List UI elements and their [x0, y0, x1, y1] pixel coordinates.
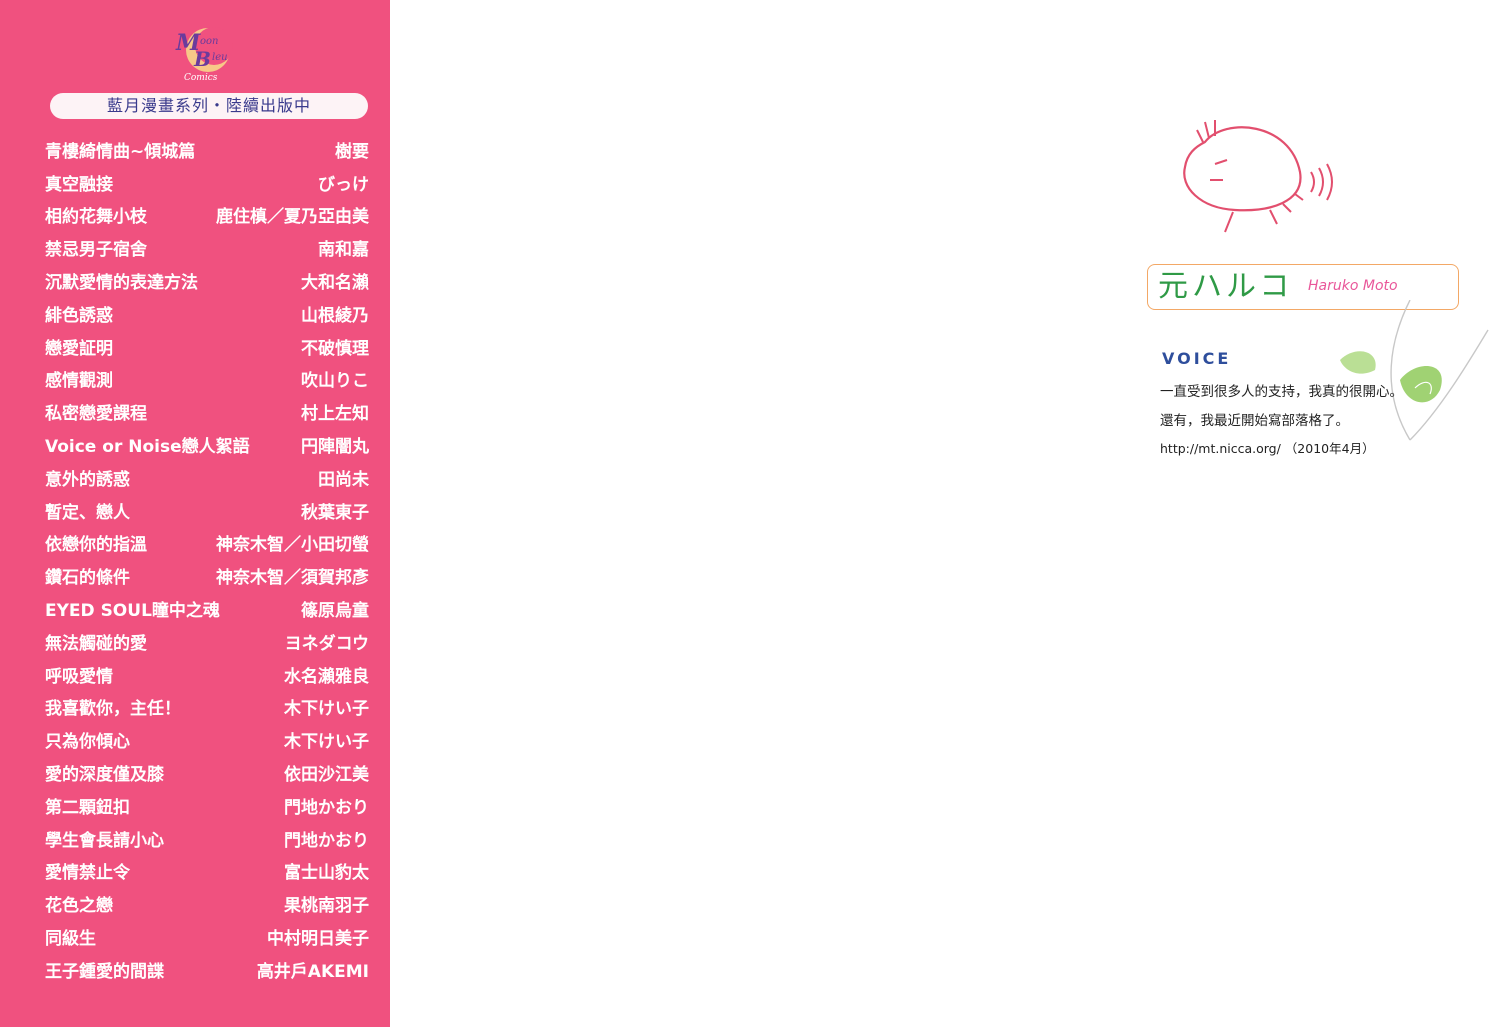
book-author: 果桃南羽子 — [284, 896, 369, 917]
book-title: 暫定、戀人 — [45, 502, 130, 523]
svg-text:B: B — [193, 47, 211, 71]
book-author: 神奈木智／須賀邦彥 — [216, 568, 369, 589]
book-title: 同級生 — [45, 929, 96, 950]
book-author: 吹山りこ — [301, 371, 369, 392]
book-title: 私密戀愛課程 — [45, 404, 147, 425]
book-author: 秋葉東子 — [301, 502, 369, 523]
mascot-drawing — [1183, 120, 1333, 233]
book-row: 沉默愛情的表達方法 大和名瀨 — [45, 264, 369, 297]
book-title: 真空融接 — [45, 174, 113, 195]
book-row: 呼吸愛情 水名瀨雅良 — [45, 658, 369, 691]
book-list: 青樓綺情曲~傾城篇 樹要真空融接 びっけ相約花舞小枝 鹿住槙／夏乃亞由美禁忌男子宿舍 南… — [45, 133, 369, 986]
moon-bleu-logo: M oon B leu Comics — [175, 27, 233, 83]
book-author: 大和名瀨 — [301, 273, 369, 294]
book-row: 第二顆鈕扣 門地かおり — [45, 789, 369, 822]
book-row: 暫定、戀人 秋葉東子 — [45, 494, 369, 527]
book-row: 相約花舞小枝 鹿住槙／夏乃亞由美 — [45, 199, 369, 232]
book-author: 富士山豹太 — [284, 863, 369, 884]
book-author: 村上左知 — [301, 404, 369, 425]
book-title: 只為你傾心 — [45, 732, 130, 753]
book-row: 只為你傾心 木下けい子 — [45, 723, 369, 756]
vine-ornament — [1340, 300, 1489, 441]
author-name-japanese: 元ハルコ — [1158, 269, 1294, 304]
book-row: 真空融接 びっけ — [45, 166, 369, 199]
book-title: Voice or Noise戀人絮語 — [45, 437, 250, 458]
book-author: 木下けい子 — [284, 732, 369, 753]
book-title: 學生會長請小心 — [45, 830, 164, 851]
book-author: 水名瀨雅良 — [284, 666, 369, 687]
book-row: 依戀你的指溫 神奈木智／小田切螢 — [45, 527, 369, 560]
book-row: 學生會長請小心 門地かおり — [45, 822, 369, 855]
book-title: 依戀你的指溫 — [45, 535, 147, 556]
book-author: 円陣闇丸 — [301, 437, 369, 458]
book-row: Voice or Noise戀人絮語 円陣闇丸 — [45, 428, 369, 461]
book-title: 相約花舞小枝 — [45, 207, 147, 228]
book-author: ヨネダコウ — [284, 633, 369, 654]
author-name-english: Haruko Moto — [1308, 278, 1398, 294]
book-row: 花色之戀 果桃南羽子 — [45, 887, 369, 920]
book-title: 愛的深度僅及膝 — [45, 765, 164, 786]
book-row: 我喜歡你，主任！ 木下けい子 — [45, 691, 369, 724]
voice-message-line-2: 還有，我最近開始寫部落格了。 — [1160, 413, 1349, 429]
svg-text:oon: oon — [200, 36, 218, 47]
book-row: 王子鍾愛的間諜 高井戶AKEMI — [45, 953, 369, 986]
book-row: 戀愛証明 不破慎理 — [45, 330, 369, 363]
book-author: 山根綾乃 — [301, 305, 369, 326]
book-author: 門地かおり — [284, 797, 369, 818]
book-author: 木下けい子 — [284, 699, 369, 720]
book-row: 私密戀愛課程 村上左知 — [45, 395, 369, 428]
book-row: 禁忌男子宿舍 南和嘉 — [45, 231, 369, 264]
book-row: 感情觀測 吹山りこ — [45, 363, 369, 396]
book-author: 神奈木智／小田切螢 — [216, 535, 369, 556]
book-author: 依田沙江美 — [284, 765, 369, 786]
book-row: 鑽石的條件 神奈木智／須賀邦彥 — [45, 559, 369, 592]
book-title: 王子鍾愛的間諜 — [45, 961, 164, 982]
book-row: 青樓綺情曲~傾城篇 樹要 — [45, 133, 369, 166]
svg-text:leu: leu — [212, 52, 228, 63]
book-title: 第二顆鈕扣 — [45, 797, 130, 818]
book-author: 中村明日美子 — [267, 929, 369, 950]
book-author: びっけ — [318, 174, 369, 195]
book-title: 鑽石的條件 — [45, 568, 130, 589]
book-title: 感情觀測 — [45, 371, 113, 392]
book-author: 篠原烏童 — [301, 601, 369, 622]
book-row: 愛情禁止令 富士山豹太 — [45, 855, 369, 888]
voice-heading: VOICE — [1162, 349, 1232, 368]
book-author: 樹要 — [335, 141, 369, 162]
book-row: 緋色誘惑 山根綾乃 — [45, 297, 369, 330]
book-row: 無法觸碰的愛 ヨネダコウ — [45, 625, 369, 658]
book-row: EYED SOUL瞳中之魂 篠原烏童 — [45, 592, 369, 625]
book-author: 不破慎理 — [301, 338, 369, 359]
back-cover-panel: M oon B leu Comics 藍月漫畫系列・陸續出版中 青樓綺情曲~傾城… — [0, 0, 390, 1027]
book-title: EYED SOUL瞳中之魂 — [45, 601, 220, 622]
book-author: 門地かおり — [284, 830, 369, 851]
voice-message-line-1: 一直受到很多人的支持，我真的很開心。 — [1160, 384, 1403, 400]
book-title: 青樓綺情曲~傾城篇 — [45, 141, 196, 162]
book-title: 我喜歡你，主任！ — [45, 699, 181, 720]
book-row: 同級生 中村明日美子 — [45, 920, 369, 953]
book-title: 沉默愛情的表達方法 — [45, 273, 198, 294]
book-title: 呼吸愛情 — [45, 666, 113, 687]
book-title: 無法觸碰的愛 — [45, 633, 147, 654]
series-banner: 藍月漫畫系列・陸續出版中 — [50, 93, 368, 119]
book-title: 禁忌男子宿舍 — [45, 240, 147, 261]
book-author: 高井戶AKEMI — [256, 961, 369, 982]
voice-message-line-3: http://mt.nicca.org/ （2010年4月） — [1160, 441, 1375, 456]
book-row: 意外的誘惑 田尚未 — [45, 461, 369, 494]
book-title: 花色之戀 — [45, 896, 113, 917]
svg-text:Comics: Comics — [184, 73, 218, 83]
book-title: 戀愛証明 — [45, 338, 113, 359]
book-title: 意外的誘惑 — [45, 469, 130, 490]
book-author: 南和嘉 — [318, 240, 369, 261]
book-row: 愛的深度僅及膝 依田沙江美 — [45, 756, 369, 789]
book-title: 愛情禁止令 — [45, 863, 130, 884]
book-title: 緋色誘惑 — [45, 305, 113, 326]
book-author: 鹿住槙／夏乃亞由美 — [216, 207, 369, 228]
book-author: 田尚未 — [318, 469, 369, 490]
